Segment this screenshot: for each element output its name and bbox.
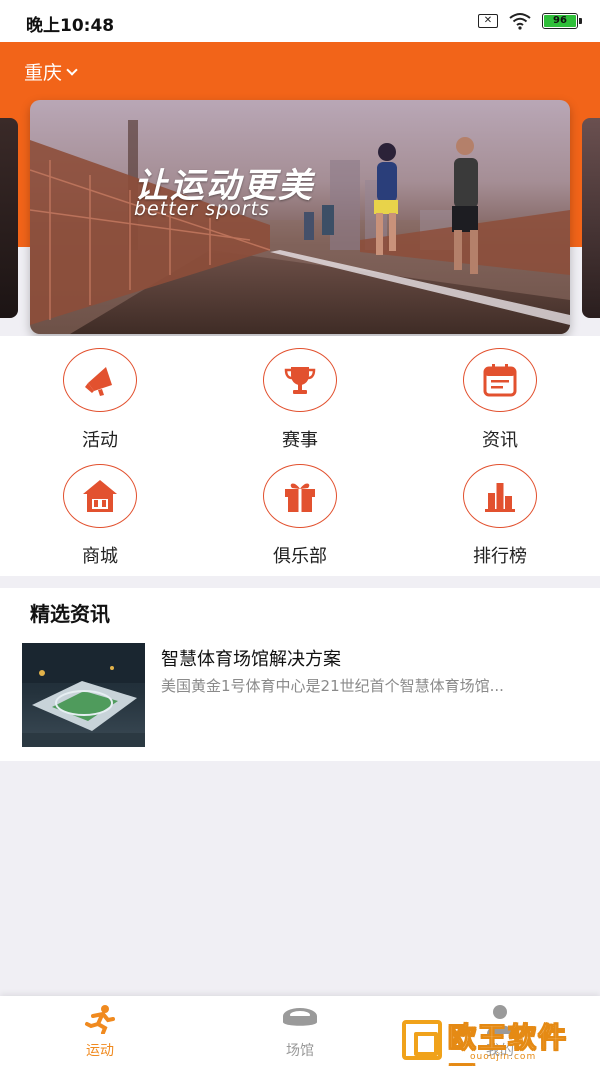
news-title: 智慧体育场馆解决方案 — [161, 649, 341, 670]
menu-label: 排行榜 — [473, 546, 527, 567]
menu-icon-circle — [463, 348, 537, 412]
trophy-icon — [284, 367, 316, 394]
tab-venues[interactable]: 场馆 — [200, 996, 400, 1066]
menu-item-events[interactable]: 赛事 — [200, 348, 400, 452]
banner-subtitle: better sports — [134, 198, 270, 220]
menu-label: 资讯 — [482, 430, 518, 451]
shop-icon — [83, 480, 117, 512]
tab-label: 运动 — [86, 1043, 114, 1059]
status-time: 晚上10:48 — [26, 16, 115, 36]
news-thumbnail — [22, 643, 145, 747]
feature-menu: 活动 赛事 资讯 商城 俱乐部 排行榜 — [0, 336, 600, 576]
banner-photo — [30, 120, 570, 334]
watermark-emblem — [402, 1020, 442, 1060]
menu-item-shop[interactable]: 商城 — [0, 464, 200, 568]
no-sim-icon: ✕ — [478, 14, 498, 28]
menu-item-leaderboard[interactable]: 排行榜 — [400, 464, 600, 568]
running-person-icon — [85, 1005, 115, 1034]
gift-icon — [285, 483, 315, 512]
status-icons: ✕ 96 — [478, 12, 582, 30]
menu-item-news[interactable]: 资讯 — [400, 348, 600, 452]
tab-sports[interactable]: 运动 — [0, 996, 200, 1066]
city-label: 重庆 — [24, 62, 63, 84]
wifi-icon — [509, 13, 531, 30]
menu-item-activities[interactable]: 活动 — [0, 348, 200, 452]
battery-level: 96 — [544, 15, 576, 27]
status-bar: 晚上10:48 ✕ 96 — [0, 0, 600, 42]
menu-label: 赛事 — [282, 430, 318, 451]
city-selector[interactable]: 重庆 — [24, 58, 78, 85]
menu-icon-circle — [263, 348, 337, 412]
banner-slide[interactable]: 让运动更美 better sports — [30, 100, 570, 334]
carousel-prev-card[interactable] — [0, 118, 18, 318]
menu-label: 活动 — [82, 430, 118, 451]
watermark-url: ououjin.com — [470, 1052, 537, 1062]
featured-news: 精选资讯 智慧体育场馆解决方案 美国黄金1号体育中心是21世纪首个智慧体育场馆.… — [0, 588, 600, 761]
stadium-icon — [283, 1008, 317, 1026]
carousel-next-card[interactable] — [582, 118, 600, 318]
banner-carousel[interactable]: 让运动更美 better sports — [0, 100, 600, 336]
menu-item-clubs[interactable]: 俱乐部 — [200, 464, 400, 568]
menu-icon-circle — [263, 464, 337, 528]
calendar-news-icon — [483, 364, 517, 397]
news-summary: 美国黄金1号体育中心是21世纪首个智慧体育场馆... — [161, 677, 504, 695]
menu-icon-circle — [63, 464, 137, 528]
bar-chart-icon — [485, 483, 515, 512]
megaphone-icon — [85, 367, 112, 396]
battery-icon: 96 — [542, 13, 582, 29]
section-title: 精选资讯 — [30, 602, 110, 626]
chevron-down-icon — [66, 63, 78, 76]
news-list-item[interactable]: 智慧体育场馆解决方案 美国黄金1号体育中心是21世纪首个智慧体育场馆... — [22, 643, 582, 747]
tab-label: 场馆 — [286, 1043, 314, 1059]
menu-icon-circle — [463, 464, 537, 528]
menu-icon-circle — [63, 348, 137, 412]
menu-label: 俱乐部 — [273, 546, 327, 567]
menu-label: 商城 — [82, 546, 118, 567]
watermark-logo: 欧王软件园 ououjin.com — [402, 1014, 592, 1066]
